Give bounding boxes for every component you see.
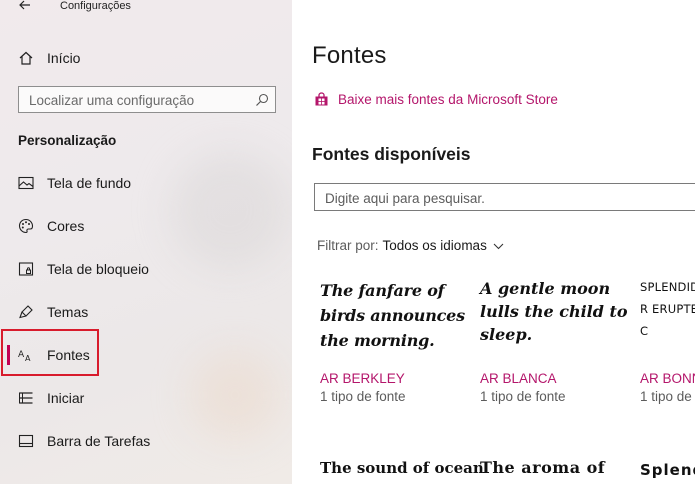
font-name: AR BONN [640,371,695,386]
settings-search-box[interactable] [18,86,276,113]
section-heading-personalizacao: Personalização [18,133,117,148]
settings-sidebar: Configurações Início Personalização Tela… [0,0,292,484]
filter-label: Filtrar por: [317,238,379,253]
sidebar-item-label: Barra de Tarefas [47,433,151,449]
font-sample-text: The aroma of [480,458,606,477]
font-face-count: 1 tipo de [640,389,692,404]
filter-value[interactable]: Todos os idiomas [383,238,487,253]
home-icon [19,51,33,65]
sidebar-item-label: Tela de bloqueio [47,261,149,277]
sidebar-item-tela-de-fundo[interactable]: Tela de fundo [0,168,292,198]
store-link-label: Baixe mais fontes da Microsoft Store [338,91,558,107]
font-sample-text: The fanfare of birds announces the morni… [320,281,465,350]
font-name: AR BERKLEY [320,371,405,386]
sidebar-item-tela-de-bloqueio[interactable]: Tela de bloqueio [0,254,292,284]
chevron-down-icon[interactable] [493,242,504,250]
font-name: AR BLANCA [480,371,557,386]
fonts-page: Fontes Baixe mais fontes da Microsoft St… [292,0,695,484]
font-search-box[interactable] [314,183,695,211]
lock-screen-icon [18,261,34,277]
font-sample-text: The sound of ocean [320,459,484,477]
page-title: Fontes [312,42,387,69]
sidebar-item-cores[interactable]: Cores [0,211,292,241]
taskbar-icon [18,433,34,449]
microsoft-store-link[interactable]: Baixe mais fontes da Microsoft Store [314,90,558,108]
title-bar: Configurações [0,0,292,14]
sidebar-item-temas[interactable]: Temas [0,297,292,327]
brush-icon [18,304,34,320]
svg-text:A: A [18,350,25,360]
font-card-ar-bonnie[interactable]: SPLENDID R ERUPTED C AR BONN 1 tipo de [640,276,695,416]
font-search-input[interactable] [325,189,685,207]
sidebar-item-label: Cores [47,218,85,234]
font-sample-text: Splend [640,461,695,479]
language-filter[interactable]: Filtrar por: Todos os idiomas [317,238,504,253]
font-sample-text: A gentle moon lulls the child to sleep. [480,279,628,344]
back-arrow-icon[interactable] [18,0,32,12]
sidebar-item-label: Tela de fundo [47,175,132,191]
fonts-icon: AA [18,347,34,363]
font-face-count: 1 tipo de fonte [320,389,406,404]
settings-search-input[interactable] [29,91,249,109]
sidebar-item-label: Iniciar [47,390,85,406]
font-face-count: 1 tipo de fonte [480,389,566,404]
sidebar-item-label: Temas [47,304,89,320]
store-bag-icon [315,91,328,105]
font-card-row2-3[interactable]: Splend [640,461,695,484]
selection-indicator [7,345,10,365]
picture-icon [18,175,34,191]
sidebar-item-fontes[interactable]: AA Fontes [0,340,292,370]
home-nav-item[interactable]: Início [18,48,80,68]
sidebar-item-iniciar[interactable]: Iniciar [0,383,292,413]
app-title: Configurações [60,0,131,12]
search-icon[interactable] [255,93,269,107]
start-icon [18,390,34,406]
palette-icon [18,218,34,234]
available-fonts-heading: Fontes disponíveis [312,144,471,164]
svg-text:A: A [25,354,31,362]
font-sample-text: SPLENDID R ERUPTED C [640,280,695,338]
home-label: Início [47,50,81,66]
sidebar-item-label: Fontes [47,347,90,363]
sidebar-item-barra-de-tarefas[interactable]: Barra de Tarefas [0,426,292,456]
